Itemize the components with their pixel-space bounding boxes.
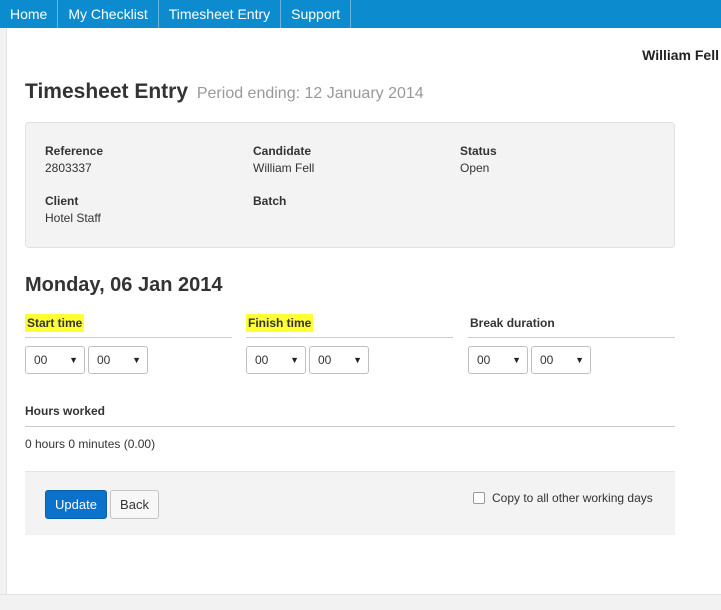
finish-time-label: Finish time	[246, 314, 314, 332]
chevron-down-icon: ▼	[290, 355, 299, 365]
client-label: Client	[45, 194, 79, 208]
reference-value: 2803337	[45, 161, 92, 175]
form-actions: Update Back Copy to all other working da…	[25, 471, 675, 535]
start-minute-value: 00	[97, 353, 111, 367]
chevron-down-icon: ▼	[132, 355, 141, 365]
finish-hour-value: 00	[255, 353, 269, 367]
candidate-value: William Fell	[253, 161, 315, 175]
finish-minute-value: 00	[318, 353, 332, 367]
client-value: Hotel Staff	[45, 211, 101, 225]
user-name: William Fell	[642, 47, 719, 63]
copy-to-all-days-checkbox[interactable]	[473, 492, 485, 504]
day-heading: Monday, 06 Jan 2014	[25, 274, 223, 296]
start-minute-select[interactable]: 00 ▼	[88, 346, 148, 374]
chevron-down-icon: ▼	[353, 355, 362, 365]
candidate-label: Candidate	[253, 144, 312, 158]
chevron-down-icon: ▼	[575, 355, 584, 365]
break-minute-value: 00	[540, 353, 554, 367]
start-time-header: Start time	[25, 314, 232, 338]
timesheet-info-panel: Reference 2803337 Candidate William Fell…	[25, 122, 675, 248]
nav-item-my-checklist[interactable]: My Checklist	[58, 0, 159, 28]
nav-item-timesheet-entry[interactable]: Timesheet Entry	[159, 0, 282, 28]
hours-worked-label: Hours worked	[25, 404, 675, 427]
client-field: Client Hotel Staff	[45, 194, 101, 225]
batch-field: Batch	[253, 194, 286, 211]
reference-field: Reference 2803337	[45, 144, 103, 175]
page-title-text: Timesheet Entry	[25, 80, 189, 103]
status-label: Status	[460, 144, 497, 158]
start-hour-value: 00	[34, 353, 48, 367]
reference-label: Reference	[45, 144, 104, 158]
period-ending: Period ending: 12 January 2014	[196, 85, 424, 102]
break-duration-header: Break duration	[468, 314, 675, 338]
copy-to-all-days-label: Copy to all other working days	[492, 491, 653, 505]
finish-minute-select[interactable]: 00 ▼	[309, 346, 369, 374]
batch-label: Batch	[253, 194, 287, 208]
copy-to-all-days-option[interactable]: Copy to all other working days	[473, 491, 653, 505]
status-field: Status Open	[460, 144, 497, 175]
nav-item-support[interactable]: Support	[281, 0, 352, 28]
finish-hour-select[interactable]: 00 ▼	[246, 346, 306, 374]
break-hour-select[interactable]: 00 ▼	[468, 346, 528, 374]
hours-worked-value: 0 hours 0 minutes (0.00)	[25, 437, 156, 451]
candidate-field: Candidate William Fell	[253, 144, 314, 175]
top-navbar: Home My Checklist Timesheet Entry Suppor…	[0, 0, 721, 28]
back-button[interactable]: Back	[110, 490, 159, 519]
nav-item-home[interactable]: Home	[0, 0, 59, 28]
left-frame-border	[0, 28, 7, 610]
status-value: Open	[460, 161, 490, 175]
chevron-down-icon: ▼	[69, 355, 78, 365]
chevron-down-icon: ▼	[512, 355, 521, 365]
update-button[interactable]: Update	[45, 490, 107, 519]
break-hour-value: 00	[477, 353, 491, 367]
bottom-frame-border	[0, 594, 721, 610]
break-duration-label: Break duration	[470, 316, 555, 330]
page-title: Timesheet Entry Period ending: 12 Januar…	[25, 80, 424, 104]
start-hour-select[interactable]: 00 ▼	[25, 346, 85, 374]
finish-time-header: Finish time	[246, 314, 453, 338]
start-time-label: Start time	[25, 314, 85, 332]
break-minute-select[interactable]: 00 ▼	[531, 346, 591, 374]
